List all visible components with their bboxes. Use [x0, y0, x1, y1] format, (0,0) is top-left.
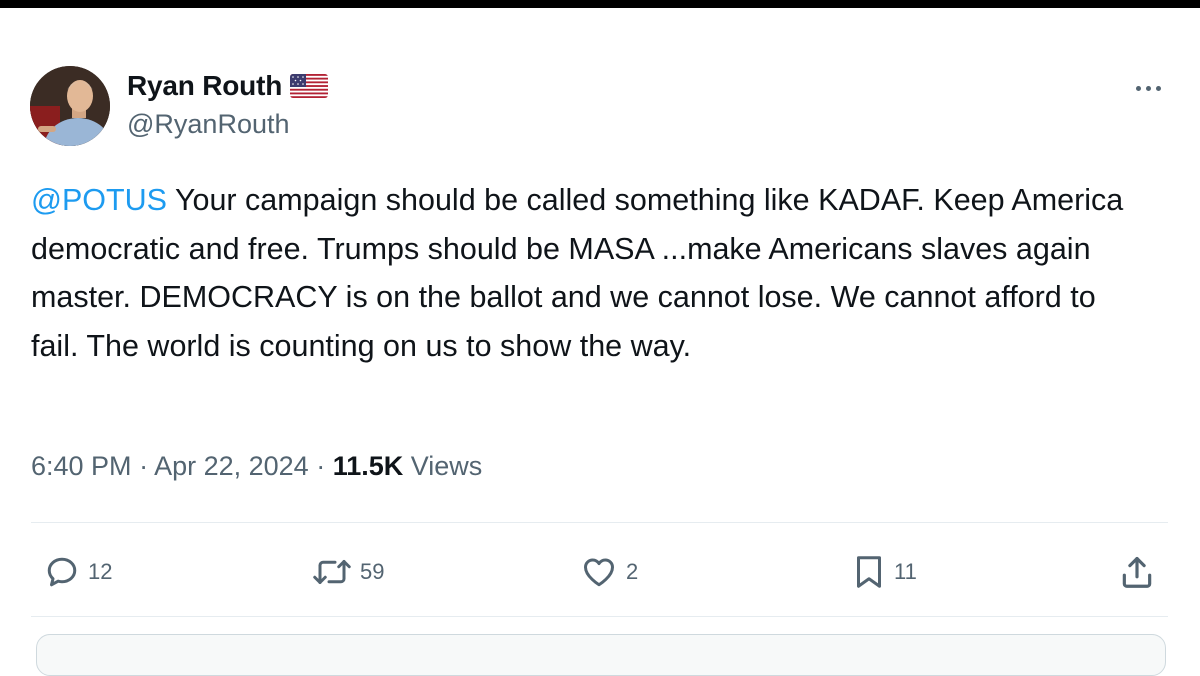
- author-row: Ryan Routh: [127, 68, 329, 104]
- divider: [31, 616, 1168, 617]
- tweet-body: Your campaign should be called something…: [31, 183, 1124, 363]
- reply-icon: [44, 554, 80, 590]
- reply-button[interactable]: 12: [44, 552, 112, 592]
- bookmark-button[interactable]: 11: [852, 552, 917, 592]
- like-count: 2: [626, 559, 639, 584]
- us-flag-icon: [290, 74, 329, 98]
- share-button[interactable]: [1118, 552, 1156, 592]
- reply-count: 12: [88, 559, 113, 584]
- mention-link[interactable]: @POTUS: [31, 183, 167, 217]
- tweet-text: @POTUS Your campaign should be called so…: [31, 176, 1151, 370]
- reply-composer-edge: [36, 634, 1166, 676]
- author-handle[interactable]: @RyanRouth: [127, 109, 290, 140]
- avatar[interactable]: [30, 66, 110, 146]
- repost-icon: [312, 554, 352, 590]
- repost-button[interactable]: 59: [312, 552, 384, 592]
- bookmark-count: 11: [894, 559, 917, 584]
- tweet-meta: 6:40 PM · Apr 22, 2024 · 11.5K Views: [31, 451, 482, 482]
- divider: [31, 522, 1168, 523]
- share-icon: [1118, 553, 1156, 591]
- tweet-time[interactable]: 6:40 PM: [31, 451, 132, 481]
- meta-separator: ·: [308, 451, 333, 481]
- views-count: 11.5K: [332, 451, 404, 481]
- top-bar: [0, 0, 1200, 8]
- display-name[interactable]: Ryan Routh: [127, 70, 282, 102]
- meta-separator: ·: [131, 451, 155, 481]
- heart-icon: [580, 554, 618, 590]
- bookmark-icon: [852, 554, 886, 590]
- tweet-date[interactable]: Apr 22, 2024: [154, 451, 309, 481]
- repost-count: 59: [360, 559, 385, 584]
- like-button[interactable]: 2: [580, 552, 638, 592]
- views-label: Views: [403, 451, 483, 481]
- more-options-icon[interactable]: [1128, 76, 1168, 100]
